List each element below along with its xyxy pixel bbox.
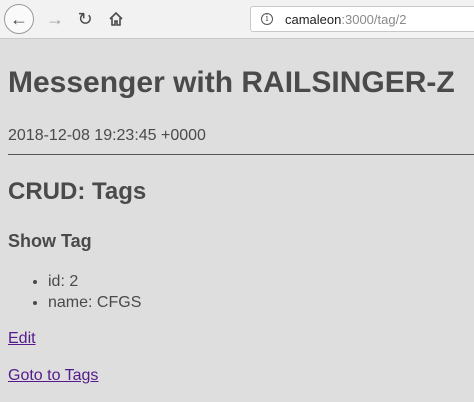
tag-fields-list: id: 2 name: CFGS xyxy=(8,271,141,313)
subsection-title: Show Tag xyxy=(8,231,92,251)
url-path: :3000/tag/2 xyxy=(341,12,407,27)
back-button[interactable]: ← xyxy=(4,4,34,34)
forward-arrow-icon: → xyxy=(46,9,64,29)
home-icon xyxy=(109,11,123,26)
list-item: name: CFGS xyxy=(48,292,141,313)
browser-toolbar: ← → ↻ i camaleon:3000/tag/2 xyxy=(0,0,474,39)
url-text[interactable]: camaleon:3000/tag/2 xyxy=(285,12,406,27)
forward-button[interactable]: → xyxy=(40,4,70,34)
back-arrow-icon: ← xyxy=(10,9,28,29)
home-button[interactable] xyxy=(101,4,131,34)
reload-button[interactable]: ↻ xyxy=(70,4,100,34)
info-icon[interactable]: i xyxy=(261,13,273,25)
url-host: camaleon xyxy=(285,12,342,27)
horizontal-rule xyxy=(8,154,474,155)
list-item: id: 2 xyxy=(48,271,141,292)
page-title: Messenger with RAILSINGER-Z xyxy=(8,66,455,99)
goto-tags-link[interactable]: Goto to Tags xyxy=(8,367,98,385)
reload-icon: ↻ xyxy=(77,9,93,29)
edit-link[interactable]: Edit xyxy=(8,330,36,348)
section-title: CRUD: Tags xyxy=(8,178,147,205)
address-bar[interactable]: i camaleon:3000/tag/2 xyxy=(250,6,474,32)
timestamp: 2018-12-08 19:23:45 +0000 xyxy=(8,127,206,144)
